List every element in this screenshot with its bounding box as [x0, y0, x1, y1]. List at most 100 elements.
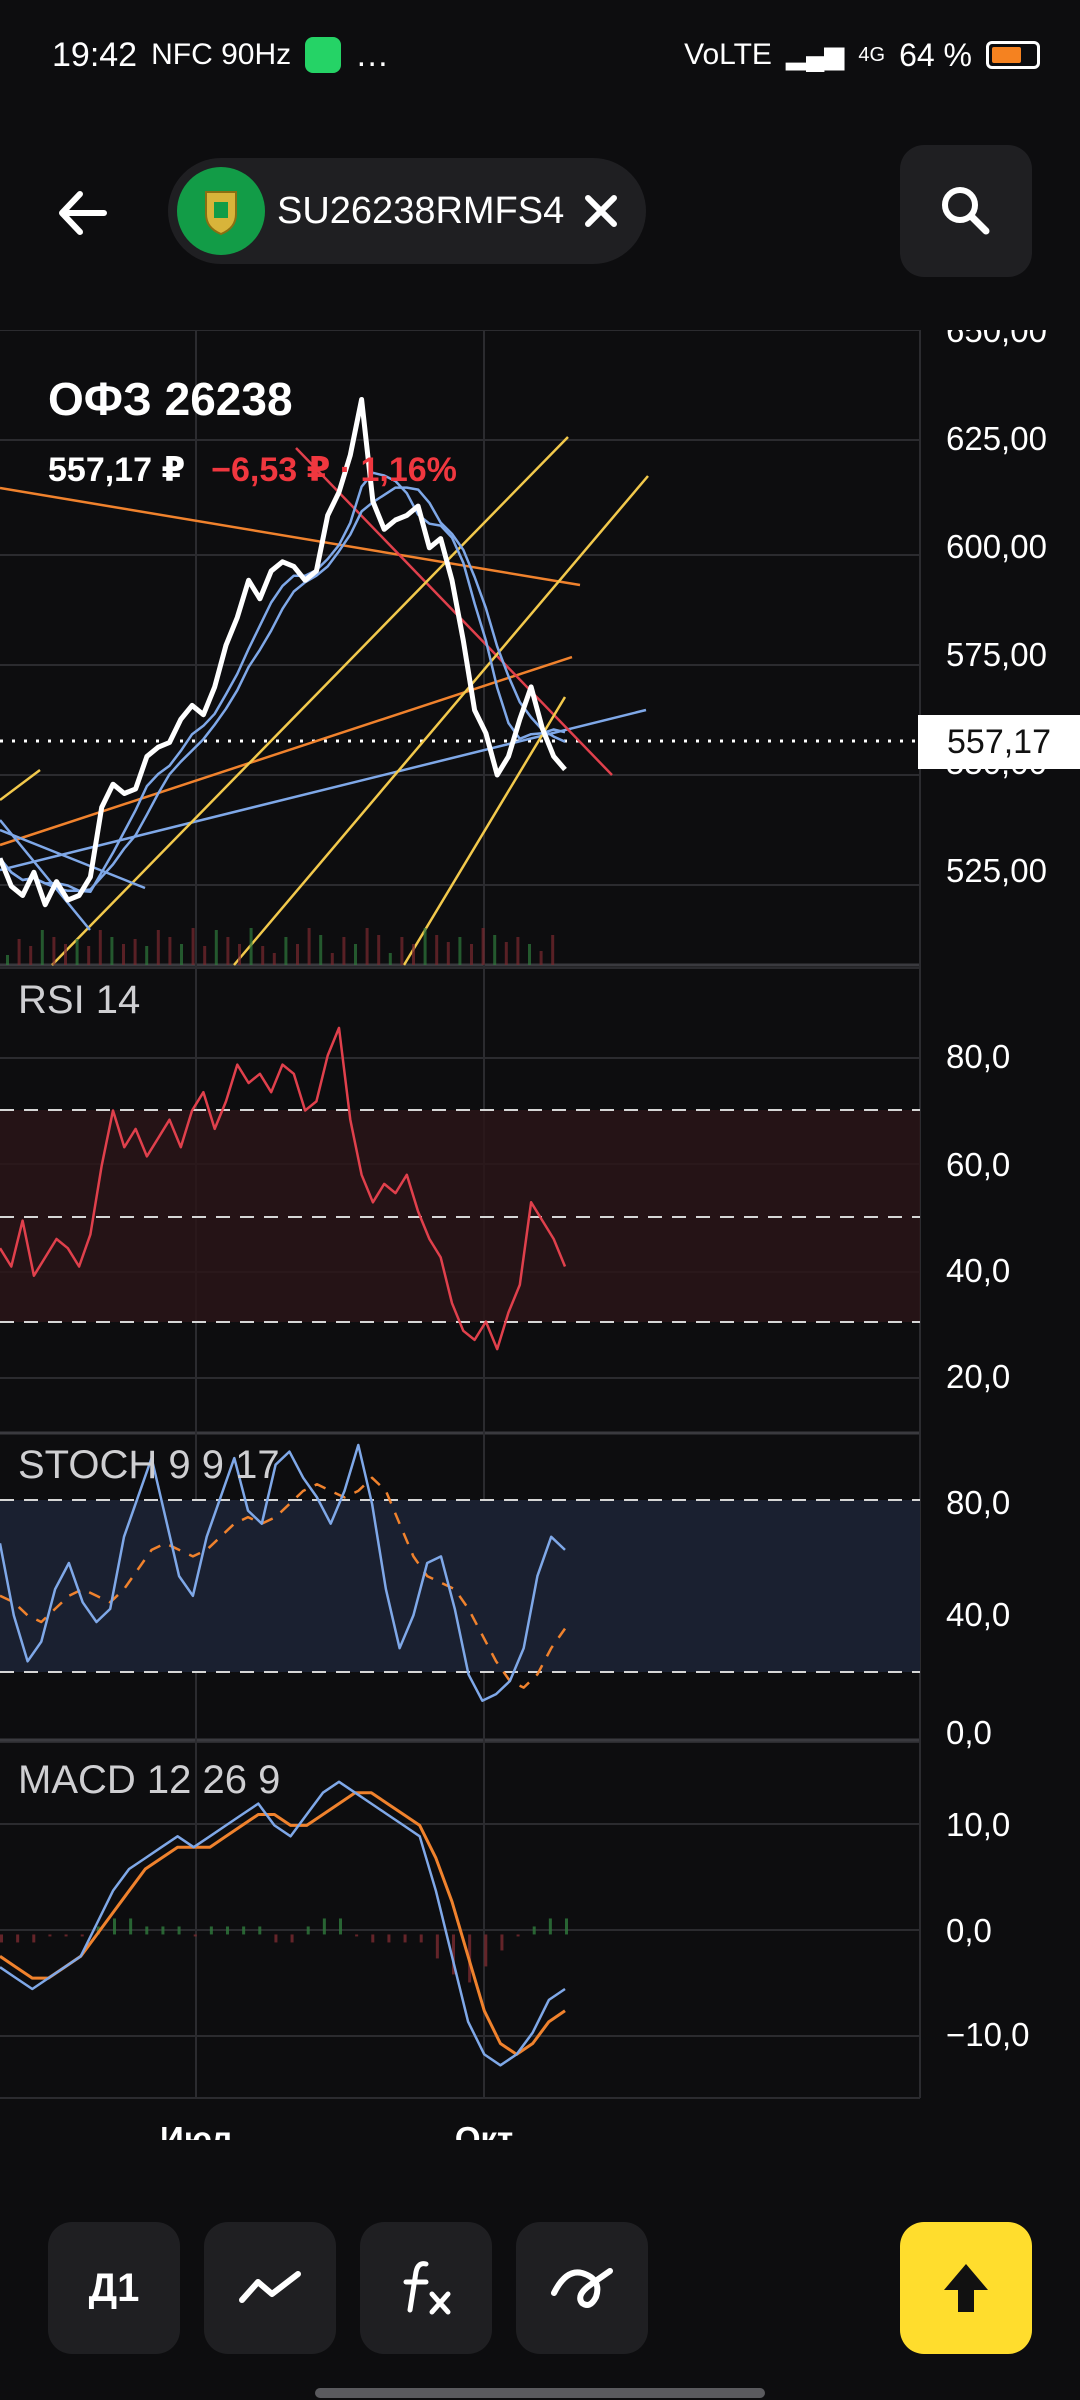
macd-histogram-bar [290, 1934, 294, 1943]
volume-bar [539, 951, 543, 965]
volume-bar [296, 944, 299, 965]
chart-area[interactable]: 650,00625,00600,00575,00550,00525,0080,0… [0, 312, 1080, 2157]
macd-histogram-bar [129, 1918, 133, 1935]
macd-histogram-bar [80, 1934, 84, 1937]
volume-bar [423, 928, 427, 965]
volume-bar [238, 944, 241, 965]
volume-bar [156, 930, 160, 965]
macd-histogram-bar [113, 1918, 116, 1935]
volume-bar [6, 955, 9, 965]
volume-bar [388, 953, 392, 965]
macd-histogram-bar [0, 1934, 3, 1943]
volume-bar [214, 930, 218, 965]
search-button[interactable] [900, 145, 1032, 277]
close-icon [585, 195, 617, 227]
trendline-yellow-2[interactable] [233, 475, 649, 966]
indicators-button[interactable] [360, 2222, 492, 2354]
chart-canvas[interactable]: 650,00625,00600,00575,00550,00525,0080,0… [0, 312, 1080, 2157]
macd-histogram-bar [193, 1934, 197, 1937]
macd-histogram-bar [145, 1926, 149, 1935]
volume-bar [458, 937, 462, 965]
status-right: VoLTE ▂▄▆ 4G 64 % [684, 37, 1040, 74]
macd-histogram-bar [548, 1918, 552, 1935]
volume-bar [133, 939, 137, 965]
volume-bar [516, 937, 520, 965]
price-axis-tick: 600,00 [946, 528, 1047, 565]
battery-percent: 64 % [899, 36, 972, 73]
volume-bar [354, 944, 357, 965]
stoch-label[interactable]: STOCH 9 9 17 [18, 1443, 280, 1488]
last-price-tag: 557,17 [918, 715, 1080, 769]
macd-histogram-bar [387, 1934, 391, 1943]
status-left: 19:42 NFC 90Hz … [52, 36, 389, 75]
volume-bar [87, 946, 91, 965]
time-axis-label: Июл [160, 2120, 232, 2140]
volume-bar [504, 942, 508, 965]
rsi-axis-tick: 80,0 [946, 1038, 1010, 1075]
price-axis-tick: 525,00 [946, 852, 1047, 889]
price-axis-tick: 650,00 [946, 330, 1047, 349]
volume-bar [203, 946, 207, 965]
home-indicator[interactable] [315, 2388, 765, 2398]
volume-bar [29, 946, 33, 965]
interval-label: Д1 [88, 2265, 140, 2310]
volume-bar [17, 939, 21, 965]
volume-bar [75, 939, 79, 965]
stoch-axis-tick: 40,0 [946, 1596, 1010, 1633]
trade-button[interactable] [900, 2222, 1032, 2354]
macd-axis-tick: 10,0 [946, 1806, 1010, 1843]
bottom-toolbar: Д1 [0, 2210, 1080, 2354]
macd-histogram-bar [516, 1934, 520, 1937]
volume-bar [191, 928, 195, 965]
volume-bar [145, 946, 149, 965]
signal-icon: ▂▄▆ [785, 39, 845, 70]
rsi-label[interactable]: RSI 14 [18, 978, 140, 1023]
interval-button[interactable]: Д1 [48, 2222, 180, 2354]
volume-bar [446, 942, 450, 965]
price-change: −6,53 ₽ · 1,16% [211, 451, 457, 489]
volume-bars [6, 928, 555, 965]
back-button[interactable] [48, 178, 118, 248]
top-bar: SU26238RMFS4 [0, 140, 1080, 280]
arrow-up-icon [944, 2264, 988, 2312]
macd-histogram-bar [32, 1934, 36, 1943]
stoch-band [0, 1500, 920, 1672]
ticker-chip[interactable]: SU26238RMFS4 [168, 158, 646, 264]
volume-bar [412, 944, 415, 965]
status-time: 19:42 [52, 35, 138, 74]
battery-icon [986, 41, 1040, 69]
volume-bar [284, 937, 288, 965]
volume-bar [319, 935, 323, 965]
network-4g: 4G [858, 43, 886, 66]
macd-histogram-bar [16, 1934, 20, 1943]
volume-bar [168, 937, 172, 965]
clear-ticker-button[interactable] [578, 188, 624, 234]
volume-bar [272, 953, 276, 965]
macd-axis-tick: −10,0 [946, 2016, 1030, 2053]
volume-bar [330, 953, 334, 965]
macd-label[interactable]: MACD 12 26 9 [18, 1758, 280, 1803]
macd-histogram-bar [161, 1926, 165, 1935]
volume-bar [110, 937, 114, 965]
trendline-orange-upper[interactable] [0, 486, 581, 587]
macd-histogram-bar [355, 1934, 359, 1937]
rsi-axis-tick: 40,0 [946, 1252, 1010, 1289]
volume-bar [52, 937, 56, 965]
ticker-symbol: SU26238RMFS4 [277, 189, 565, 232]
macd-axis-tick: 0,0 [946, 1912, 992, 1949]
macd-histogram-bar [177, 1926, 181, 1935]
network-type: VoLTE [684, 38, 772, 71]
line-chart-icon [239, 2271, 301, 2303]
macd-histogram-bar [48, 1934, 52, 1937]
macd-histogram-bar [419, 1934, 423, 1943]
drawing-tools-button[interactable] [516, 2222, 648, 2354]
macd-histogram-bar [565, 1918, 568, 1935]
volume-bar [470, 944, 473, 965]
trendline-orange-lower[interactable] [0, 655, 573, 847]
curve-drawing-icon [551, 2268, 613, 2308]
chart-type-button[interactable] [204, 2222, 336, 2354]
macd-histogram-bar [339, 1918, 342, 1935]
macd-histogram-bar [500, 1934, 504, 1951]
volume-bar [435, 935, 439, 965]
trendline-red[interactable] [295, 447, 613, 776]
